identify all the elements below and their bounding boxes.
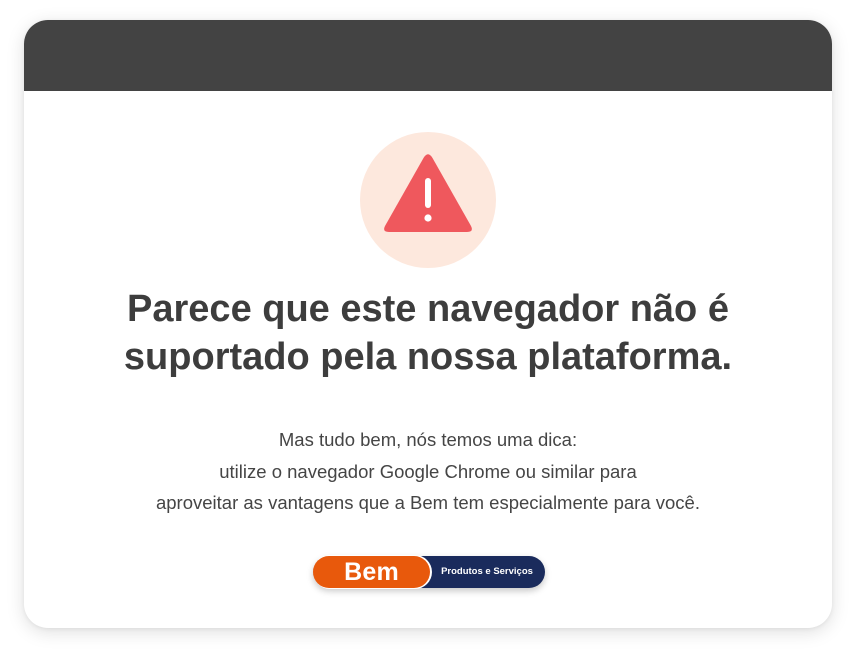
bem-logo: Bem Produtos e Serviços <box>313 556 545 588</box>
tip-message: Mas tudo bem, nós temos uma dica: utiliz… <box>24 424 832 519</box>
warning-badge <box>360 132 496 268</box>
page-title: Parece que este navegador não é suportad… <box>24 285 832 381</box>
title-line: Parece que este navegador não é <box>127 288 729 330</box>
brand-tagline: Produtos e Serviços <box>441 566 533 577</box>
warning-triangle-icon <box>384 154 472 232</box>
title-line: suportado pela nossa plataforma. <box>123 336 733 378</box>
unsupported-browser-card: Parece que este navegador não é suportad… <box>24 20 832 628</box>
bem-logo-mark: Bem <box>313 556 430 588</box>
message-line: utilize o navegador Google Chrome ou sim… <box>219 460 637 482</box>
header-bar <box>24 20 832 91</box>
message-line: Mas tudo bem, nós temos uma dica: <box>278 429 578 450</box>
brand-name: Bem <box>344 558 399 586</box>
message-line: aproveitar as vantagens que a Bem tem es… <box>155 492 700 513</box>
